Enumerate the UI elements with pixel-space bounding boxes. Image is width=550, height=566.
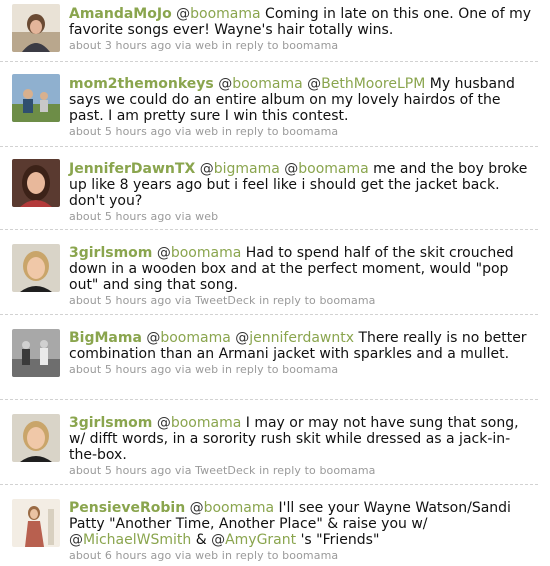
reply-to-link[interactable]: boomama <box>282 549 338 562</box>
mention-link[interactable]: boomama <box>171 245 241 261</box>
tweet-source[interactable]: web <box>195 363 218 376</box>
avatar[interactable] <box>12 329 60 377</box>
reply-label: in reply to <box>221 125 279 138</box>
mention-link[interactable]: MichaelWSmith <box>83 532 191 548</box>
via-label: via <box>174 294 192 307</box>
tweet-body: JenniferDawnTX @bigmama @boomama me and … <box>69 161 536 223</box>
mention-link[interactable]: AmyGrant <box>225 532 296 548</box>
avatar[interactable] <box>12 244 60 292</box>
tweet-source[interactable]: web <box>195 39 218 52</box>
tweet-username[interactable]: BigMama <box>69 330 142 346</box>
avatar[interactable] <box>12 414 60 462</box>
tweet-meta: about 5 hours ago via TweetDeck in reply… <box>69 464 536 477</box>
tweet-timestamp[interactable]: about 6 hours ago <box>69 549 171 562</box>
tweet-timestamp[interactable]: about 5 hours ago <box>69 210 171 223</box>
reply-to-link[interactable]: boomama <box>282 125 338 138</box>
user-photo-icon <box>12 74 60 122</box>
mention-link[interactable]: jenniferdawntx <box>249 330 354 346</box>
tweet-timestamp[interactable]: about 5 hours ago <box>69 294 171 307</box>
tweet-timestamp[interactable]: about 3 hours ago <box>69 39 171 52</box>
tweet-source[interactable]: TweetDeck <box>195 464 255 477</box>
avatar[interactable] <box>12 499 60 547</box>
mention-link[interactable]: boomama <box>298 161 368 177</box>
tweet-timestamp[interactable]: about 5 hours ago <box>69 363 171 376</box>
tweet-text: & <box>195 532 207 548</box>
user-photo-icon <box>12 414 60 462</box>
tweet-item: BigMama @boomama @jenniferdawntx There r… <box>0 315 538 400</box>
avatar[interactable] <box>12 159 60 207</box>
tweet-source[interactable]: web <box>195 210 218 223</box>
mention-link[interactable]: boomama <box>160 330 230 346</box>
user-photo-icon <box>12 159 60 207</box>
tweet-meta: about 5 hours ago via web in reply to bo… <box>69 363 536 376</box>
tweet-meta: about 5 hours ago via web <box>69 210 536 223</box>
via-label: via <box>174 464 192 477</box>
tweet-meta: about 5 hours ago via web in reply to bo… <box>69 125 536 138</box>
tweet-body: BigMama @boomama @jenniferdawntx There r… <box>69 330 536 376</box>
user-photo-icon <box>12 244 60 292</box>
tweet-body: 3girlsmom @boomama I may or may not have… <box>69 415 536 477</box>
tweet-timestamp[interactable]: about 5 hours ago <box>69 464 171 477</box>
tweet-item: PensieveRobin @boomama I'll see your Way… <box>0 485 538 566</box>
tweet-body: mom2themonkeys @boomama @BethMooreLPM My… <box>69 76 536 138</box>
tweet-meta: about 6 hours ago via web in reply to bo… <box>69 549 536 562</box>
tweet-item: 3girlsmom @boomama I may or may not have… <box>0 400 538 485</box>
tweet-username[interactable]: JenniferDawnTX <box>69 161 195 177</box>
tweet-body: AmandaMoJo @boomama Coming in late on th… <box>69 6 536 52</box>
user-photo-icon <box>12 329 60 377</box>
via-label: via <box>174 39 192 52</box>
mention-link[interactable]: boomama <box>204 500 274 516</box>
reply-label: in reply to <box>221 363 279 376</box>
reply-to-link[interactable]: boomama <box>282 39 338 52</box>
tweet-item: JenniferDawnTX @bigmama @boomama me and … <box>0 147 538 230</box>
via-label: via <box>174 549 192 562</box>
mention-link[interactable]: boomama <box>190 6 260 22</box>
tweet-timestamp[interactable]: about 5 hours ago <box>69 125 171 138</box>
via-label: via <box>174 210 192 223</box>
tweet-meta: about 3 hours ago via web in reply to bo… <box>69 39 536 52</box>
via-label: via <box>174 363 192 376</box>
reply-label: in reply to <box>259 464 316 477</box>
tweet-body: 3girlsmom @boomama Had to spend half of … <box>69 245 536 307</box>
mention-link[interactable]: BethMooreLPM <box>321 76 425 92</box>
reply-label: in reply to <box>221 39 279 52</box>
tweet-username[interactable]: PensieveRobin <box>69 500 185 516</box>
tweet-item: 3girlsmom @boomama Had to spend half of … <box>0 230 538 315</box>
tweet-timeline: AmandaMoJo @boomama Coming in late on th… <box>0 0 550 566</box>
reply-label: in reply to <box>259 294 316 307</box>
tweet-source[interactable]: web <box>195 125 218 138</box>
tweet-text: 's "Friends" <box>300 532 380 548</box>
user-photo-icon <box>12 499 60 547</box>
user-photo-icon <box>12 4 60 52</box>
mention-link[interactable]: boomama <box>171 415 241 431</box>
tweet-username[interactable]: 3girlsmom <box>69 245 152 261</box>
tweet-body: PensieveRobin @boomama I'll see your Way… <box>69 500 536 562</box>
reply-label: in reply to <box>221 549 279 562</box>
mention-link[interactable]: boomama <box>232 76 302 92</box>
tweet-username[interactable]: mom2themonkeys <box>69 76 214 92</box>
avatar[interactable] <box>12 74 60 122</box>
tweet-username[interactable]: 3girlsmom <box>69 415 152 431</box>
tweet-item: mom2themonkeys @boomama @BethMooreLPM My… <box>0 62 538 147</box>
reply-to-link[interactable]: boomama <box>319 464 375 477</box>
tweet-item: AmandaMoJo @boomama Coming in late on th… <box>0 0 538 62</box>
via-label: via <box>174 125 192 138</box>
reply-to-link[interactable]: boomama <box>319 294 375 307</box>
tweet-username[interactable]: AmandaMoJo <box>69 6 172 22</box>
tweet-source[interactable]: web <box>195 549 218 562</box>
reply-to-link[interactable]: boomama <box>282 363 338 376</box>
tweet-meta: about 5 hours ago via TweetDeck in reply… <box>69 294 536 307</box>
mention-link[interactable]: bigmama <box>214 161 280 177</box>
tweet-source[interactable]: TweetDeck <box>195 294 255 307</box>
avatar[interactable] <box>12 4 60 52</box>
